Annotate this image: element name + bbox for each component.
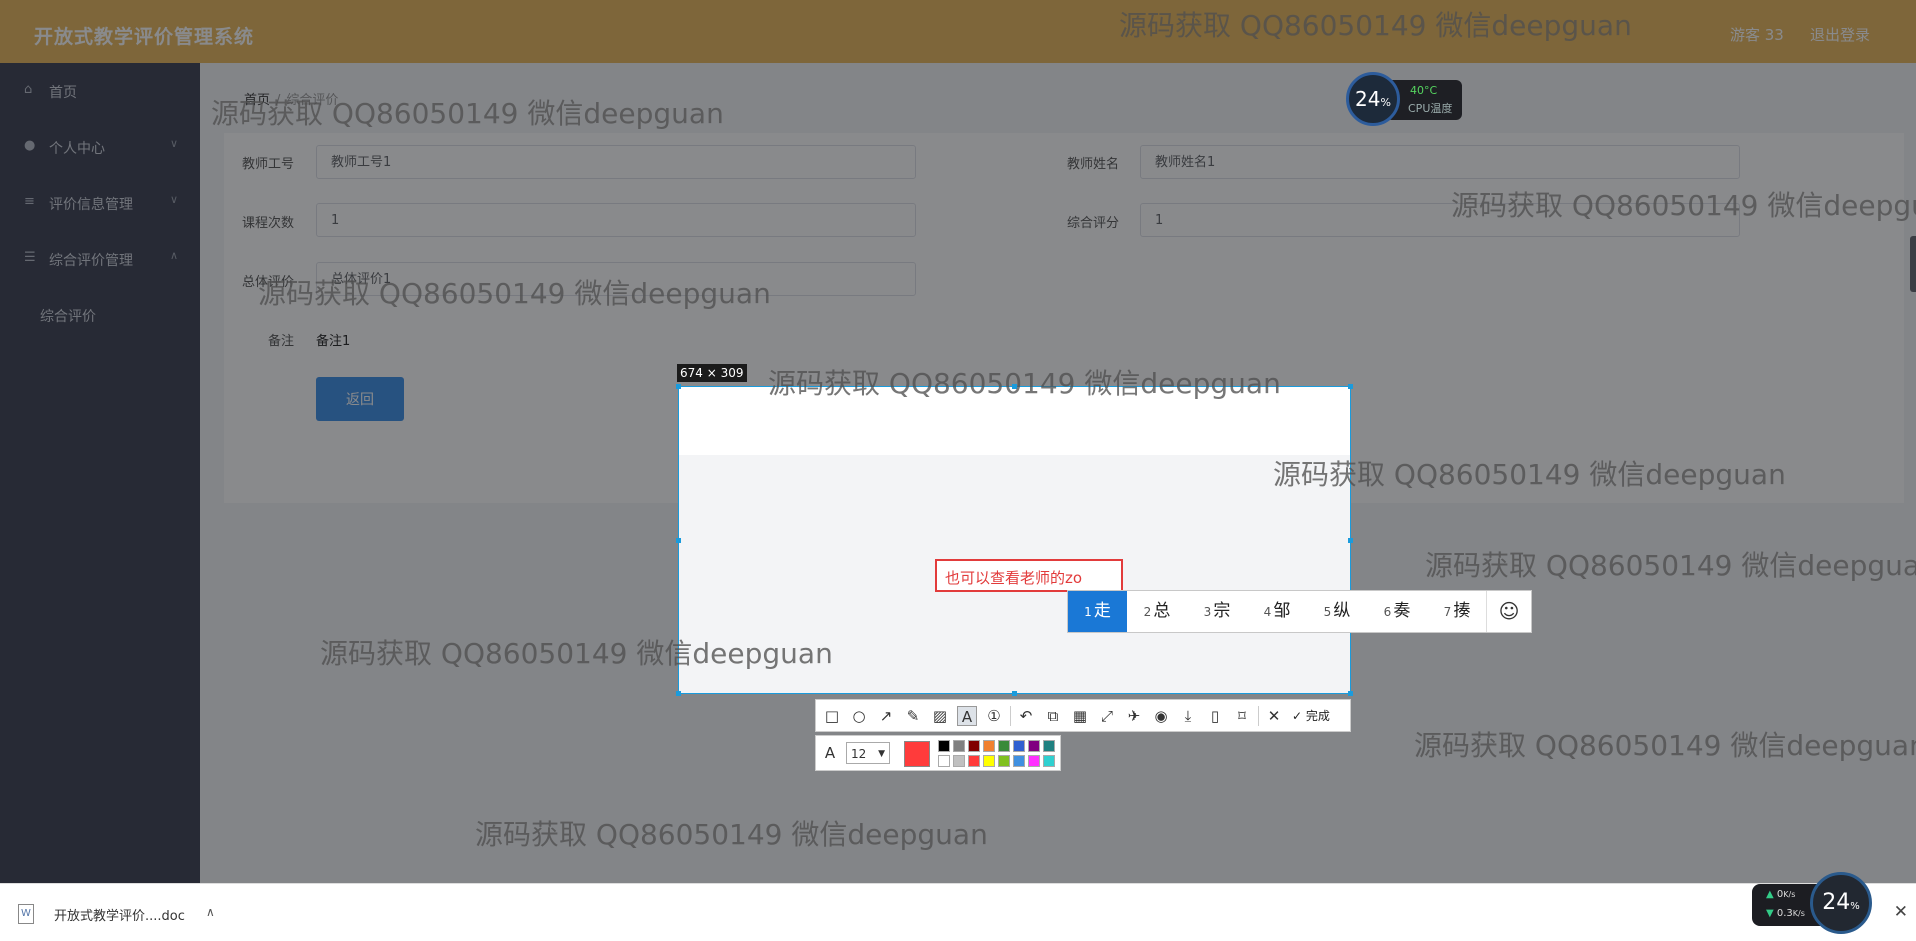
ellipse-icon[interactable]: ○ — [849, 706, 869, 726]
toolbar-divider — [1258, 706, 1259, 726]
cpu-widget[interactable]: 40°C CPU温度 24% — [1346, 72, 1462, 128]
close-icon[interactable]: ✕ — [1264, 706, 1284, 726]
download-icon[interactable]: ⤓ — [1178, 706, 1198, 726]
cpu-temp-label: CPU温度 — [1408, 102, 1453, 115]
ime-candidate[interactable]: 3宗 — [1187, 591, 1247, 632]
resize-handle[interactable] — [1348, 384, 1353, 389]
ime-candidate[interactable]: 4邹 — [1247, 591, 1307, 632]
number-marker-icon[interactable]: ① — [984, 706, 1004, 726]
resize-handle[interactable] — [1348, 691, 1353, 696]
selection-size-label: 674 × 309 — [677, 364, 747, 382]
resize-handle[interactable] — [676, 384, 681, 389]
color-swatch[interactable] — [998, 755, 1010, 767]
ime-candidate-bar: 1走 2总 3宗 4邹 5纵 6奏 7揍 ☺ — [1067, 590, 1532, 633]
cpu-usage-ring-small[interactable]: 24% — [1810, 872, 1872, 934]
color-swatch[interactable] — [938, 755, 950, 767]
ocr-icon[interactable]: ▦ — [1070, 706, 1090, 726]
color-swatch[interactable] — [1043, 740, 1055, 752]
color-swatch[interactable] — [968, 740, 980, 752]
font-size-select[interactable]: 12 ▼ — [846, 742, 890, 764]
download-file-name: 开放式教学评价....doc — [54, 909, 185, 924]
close-icon[interactable]: ✕ — [1894, 902, 1908, 922]
cpu-percent: 24 — [1355, 87, 1381, 111]
done-label: 完成 — [1305, 709, 1330, 723]
watermark: 源码获取 QQ86050149 微信deepguan — [1451, 189, 1916, 222]
watermark: 源码获取 QQ86050149 微信deepguan — [258, 277, 771, 310]
upload-speed: ▲ 0K/s — [1766, 889, 1796, 900]
color-swatch[interactable] — [998, 740, 1010, 752]
ime-candidate[interactable]: 5纵 — [1307, 591, 1367, 632]
capture-toolbar: □ ○ ↗ ✎ ▨ A ① ↶ ⧉ ▦ ⤢ ✈ ◉ ⤓ ▯ ⌑ ✕ ✓ 完成 — [815, 699, 1351, 732]
color-swatch[interactable] — [968, 755, 980, 767]
undo-icon[interactable]: ↶ — [1016, 706, 1036, 726]
download-item[interactable]: W 开放式教学评价....doc ∧ — [16, 898, 221, 928]
usage-percent: 24 — [1822, 890, 1851, 915]
pin-icon[interactable]: ✈ — [1124, 706, 1144, 726]
annotation-text: 也可以查看老师的zo — [945, 569, 1083, 587]
watermark: 源码获取 QQ86050149 微信deepguan — [768, 367, 1281, 400]
color-swatch[interactable] — [1013, 740, 1025, 752]
color-swatch[interactable] — [1043, 755, 1055, 767]
download-speed: ▼ 0.3K/s — [1766, 908, 1805, 919]
color-swatch[interactable] — [1028, 740, 1040, 752]
cpu-temperature: 40°C — [1410, 84, 1438, 97]
color-swatch[interactable] — [983, 755, 995, 767]
color-swatch[interactable] — [983, 740, 995, 752]
mosaic-icon[interactable]: ▨ — [930, 706, 950, 726]
watermark: 源码获取 QQ86050149 微信deepguan — [211, 97, 724, 130]
check-icon: ✓ — [1292, 709, 1303, 723]
resize-handle[interactable] — [676, 691, 681, 696]
font-size-value: 12 — [851, 747, 867, 761]
bookmark-icon[interactable]: ⌑ — [1232, 706, 1252, 726]
text-tool-icon[interactable]: A — [957, 706, 977, 726]
doc-file-icon: W — [18, 904, 34, 924]
toolbar-divider — [1010, 706, 1011, 726]
resize-handle[interactable] — [1012, 691, 1017, 696]
color-swatch[interactable] — [953, 740, 965, 752]
ime-candidate[interactable]: 1走 — [1068, 591, 1127, 632]
crop-icon[interactable]: ⧉ — [1043, 706, 1063, 726]
color-swatch[interactable] — [1013, 755, 1025, 767]
chevron-down-icon: ▼ — [878, 749, 885, 759]
download-bar: W 开放式教学评价....doc ∧ ✕ — [0, 883, 1916, 941]
color-swatch[interactable] — [938, 740, 950, 752]
resize-handle[interactable] — [1348, 538, 1353, 543]
cpu-unit: % — [1380, 96, 1391, 109]
ime-candidate[interactable]: 7揍 — [1427, 591, 1487, 632]
annotation-text-box[interactable]: 也可以查看老师的zo — [935, 559, 1123, 592]
watermark: 源码获取 QQ86050149 微信deepguan — [1414, 729, 1916, 762]
edge-handle[interactable] — [1910, 236, 1916, 292]
ime-candidate[interactable]: 6奏 — [1367, 591, 1427, 632]
resize-handle[interactable] — [676, 538, 681, 543]
watermark: 源码获取 QQ86050149 微信deepguan — [1273, 458, 1786, 491]
download-arrow-icon: ▼ — [1766, 908, 1777, 919]
done-button[interactable]: ✓ 完成 — [1292, 707, 1330, 724]
color-swatch[interactable] — [1028, 755, 1040, 767]
pen-icon[interactable]: ✎ — [903, 706, 923, 726]
watermark: 源码获取 QQ86050149 微信deepguan — [475, 818, 988, 851]
usage-unit: % — [1850, 901, 1860, 912]
watermark: 源码获取 QQ86050149 微信deepguan — [320, 637, 833, 670]
font-icon: A — [824, 744, 836, 762]
text-style-bar: A 12 ▼ — [815, 735, 1061, 771]
rectangle-icon[interactable]: □ — [822, 706, 842, 726]
phone-icon[interactable]: ▯ — [1205, 706, 1225, 726]
upload-arrow-icon: ▲ — [1766, 889, 1777, 900]
color-swatch[interactable] — [953, 755, 965, 767]
emoji-icon[interactable]: ☺ — [1486, 591, 1531, 632]
ime-candidate[interactable]: 2总 — [1127, 591, 1187, 632]
chevron-up-icon[interactable]: ∧ — [206, 905, 215, 919]
long-capture-icon[interactable]: ⤢ — [1097, 706, 1117, 726]
watermark: 源码获取 QQ86050149 微信deepguan — [1119, 9, 1632, 42]
watermark: 源码获取 QQ86050149 微信deepguan — [1425, 549, 1916, 582]
record-icon[interactable]: ◉ — [1151, 706, 1171, 726]
current-color-swatch[interactable] — [904, 741, 930, 767]
arrow-icon[interactable]: ↗ — [876, 706, 896, 726]
cpu-usage-ring: 24% — [1346, 72, 1400, 126]
